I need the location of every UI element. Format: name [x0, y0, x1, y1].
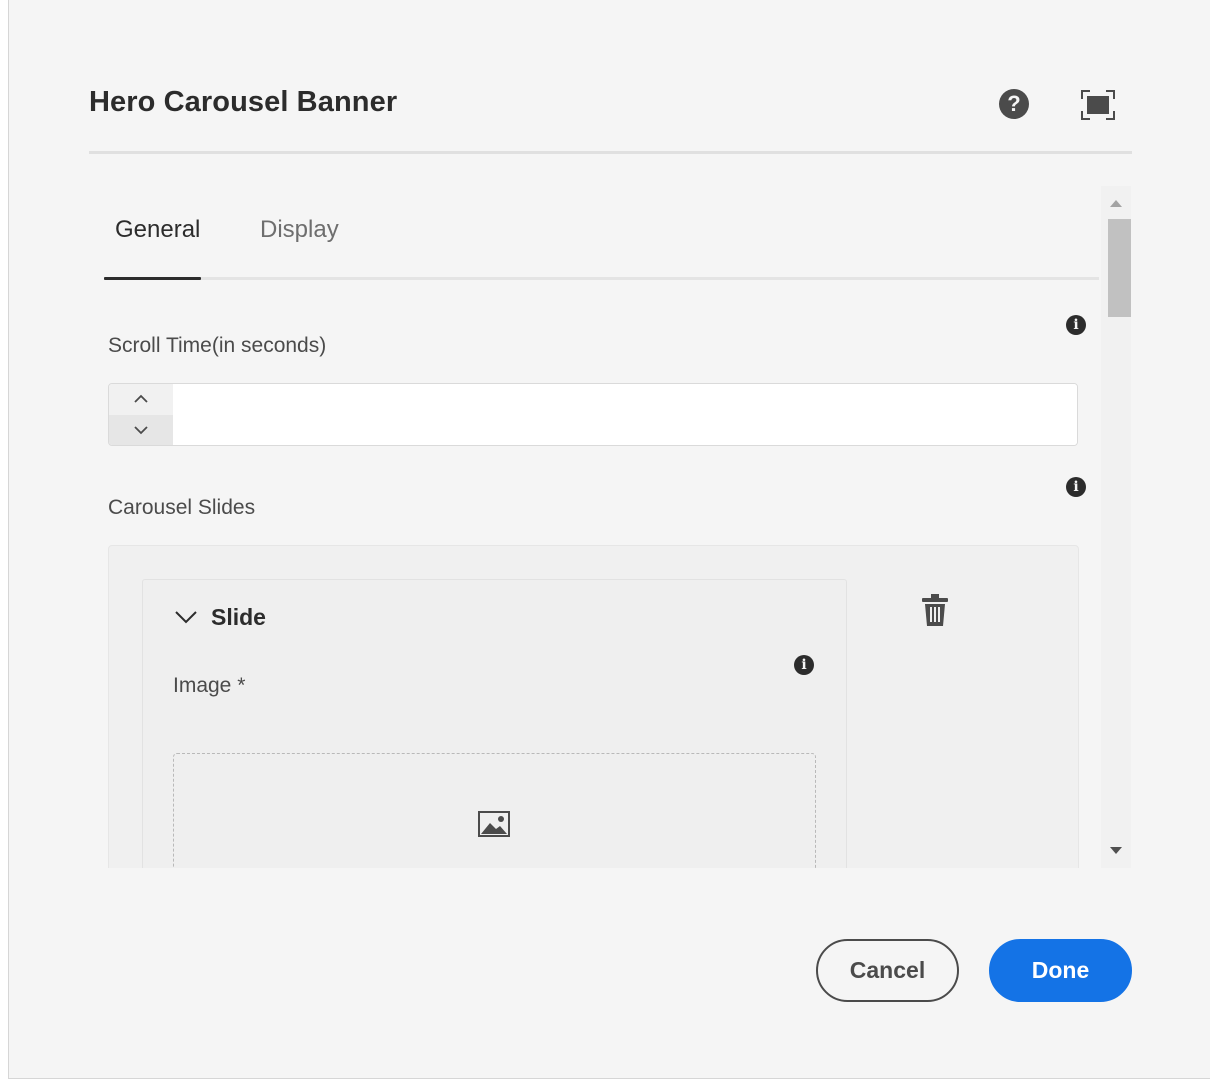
image-label: Image *: [173, 674, 246, 697]
dialog: Hero Carousel Banner ? General Display S…: [8, 0, 1210, 1079]
scroll-time-stepper: [109, 384, 173, 445]
stepper-increment-button[interactable]: [109, 384, 173, 415]
image-icon: [478, 811, 510, 837]
stepper-decrement-button[interactable]: [109, 415, 173, 445]
tab-general[interactable]: General: [115, 216, 200, 244]
carousel-slides-info-icon[interactable]: i: [1066, 477, 1086, 497]
scrollbar[interactable]: [1101, 186, 1131, 868]
scroll-time-input[interactable]: [173, 384, 1077, 445]
trash-icon[interactable]: [921, 593, 949, 632]
chevron-down-icon[interactable]: [173, 604, 199, 635]
tab-selection-indicator: [104, 277, 201, 280]
scroll-down-arrow[interactable]: [1110, 847, 1122, 854]
scroll-up-arrow[interactable]: [1110, 200, 1122, 207]
slide-item: Slide Image * i: [142, 579, 847, 868]
carousel-slides-multifield: Slide Image * i: [108, 545, 1079, 868]
fullscreen-icon[interactable]: [1081, 90, 1115, 120]
tab-display[interactable]: Display: [260, 216, 339, 244]
image-dropzone[interactable]: [173, 753, 816, 868]
chevron-up-icon: [134, 394, 148, 403]
chevron-down-icon: [134, 426, 148, 435]
scrollbar-thumb[interactable]: [1108, 219, 1131, 317]
scroll-time-info-icon[interactable]: i: [1066, 315, 1086, 335]
dialog-title: Hero Carousel Banner: [89, 86, 398, 118]
help-icon[interactable]: ?: [999, 89, 1029, 119]
header-divider: [89, 151, 1132, 154]
scroll-time-field: [108, 383, 1078, 446]
scroll-time-label: Scroll Time(in seconds): [108, 334, 327, 357]
tabs-divider: [104, 277, 1099, 280]
slide-title[interactable]: Slide: [211, 604, 266, 631]
image-info-icon[interactable]: i: [794, 655, 814, 675]
carousel-slides-label: Carousel Slides: [108, 496, 256, 519]
cancel-button[interactable]: Cancel: [816, 939, 959, 1002]
dialog-content: General Display Scroll Time(in seconds) …: [89, 186, 1131, 868]
done-button[interactable]: Done: [989, 939, 1132, 1002]
